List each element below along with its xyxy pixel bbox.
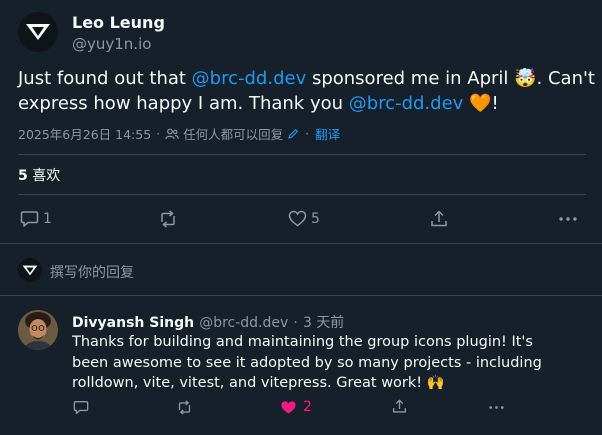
my-avatar (18, 258, 42, 282)
reply-author-name[interactable]: Divyansh Singh (72, 315, 194, 331)
translate-link[interactable]: 翻译 (315, 124, 340, 143)
repost-icon (178, 400, 191, 415)
separator-dot: · (305, 126, 310, 141)
tweet-text: Just found out that @brc-dd.dev sponsore… (18, 66, 598, 116)
people-icon (165, 128, 179, 139)
heart-filled-icon (281, 400, 296, 414)
reply-header: Divyansh Singh @brc-dd.dev · 3 天前 (72, 312, 344, 332)
repost-button[interactable] (158, 210, 182, 228)
reply-button[interactable]: 1 (20, 210, 52, 228)
reply-like-button[interactable]: 2 (280, 399, 312, 415)
compose-reply-prompt[interactable]: 撰写你的回复 (50, 262, 134, 282)
divider (18, 154, 586, 155)
divider (0, 243, 602, 244)
reply-time[interactable]: 3 天前 (303, 315, 344, 331)
separator-dot: · (293, 315, 298, 331)
reply-audience[interactable]: 任何人都可以回复 (183, 124, 283, 143)
like-button[interactable]: 5 (288, 210, 320, 227)
more-icon (489, 406, 504, 409)
triangle-logo-icon (22, 265, 38, 275)
author-name[interactable]: Leo Leung (72, 13, 165, 32)
likes-label: 喜欢 (27, 168, 61, 184)
tweet-meta: 2025年6月26日 14:55 · 任何人都可以回复 · 翻译 (18, 124, 340, 143)
tweet-text-part: Just found out that (18, 68, 192, 89)
divider (0, 295, 602, 296)
reply-repost-button[interactable] (176, 400, 193, 415)
reply-reply-button[interactable] (73, 400, 89, 415)
author-avatar[interactable] (18, 12, 58, 52)
reply-author-avatar[interactable] (18, 310, 58, 350)
author-handle[interactable]: @yuy1n.io (72, 35, 151, 53)
share-icon (431, 210, 447, 227)
comment-icon (20, 211, 39, 227)
more-icon (559, 217, 577, 221)
heart-icon (288, 210, 307, 227)
mention-link[interactable]: @brc-dd.dev (192, 68, 307, 89)
divider (18, 194, 586, 195)
reply-more-button[interactable] (488, 400, 505, 415)
reply-author-handle[interactable]: @brc-dd.dev (199, 315, 288, 331)
reply-text: Thanks for building and maintaining the … (72, 334, 542, 391)
timestamp[interactable]: 2025年6月26日 14:55 (18, 124, 151, 143)
person-photo-icon (18, 310, 58, 350)
pencil-icon[interactable] (287, 128, 299, 140)
mention-link[interactable]: @brc-dd.dev (349, 93, 464, 114)
share-button[interactable] (430, 210, 448, 228)
reply-like-count: 2 (303, 399, 312, 415)
comment-icon (73, 401, 89, 414)
share-icon (393, 399, 406, 413)
triangle-logo-icon (26, 24, 50, 40)
separator-dot: · (156, 126, 161, 141)
repost-icon (161, 210, 175, 228)
tweet-text-part: 🧡! (463, 93, 499, 114)
likes-count: 5 (18, 168, 28, 184)
reply-share-button[interactable] (392, 399, 407, 414)
like-count: 5 (311, 210, 320, 227)
reply-count: 1 (43, 211, 52, 227)
likes-summary[interactable]: 5 喜欢 (18, 165, 60, 185)
more-options-button[interactable] (558, 210, 578, 228)
